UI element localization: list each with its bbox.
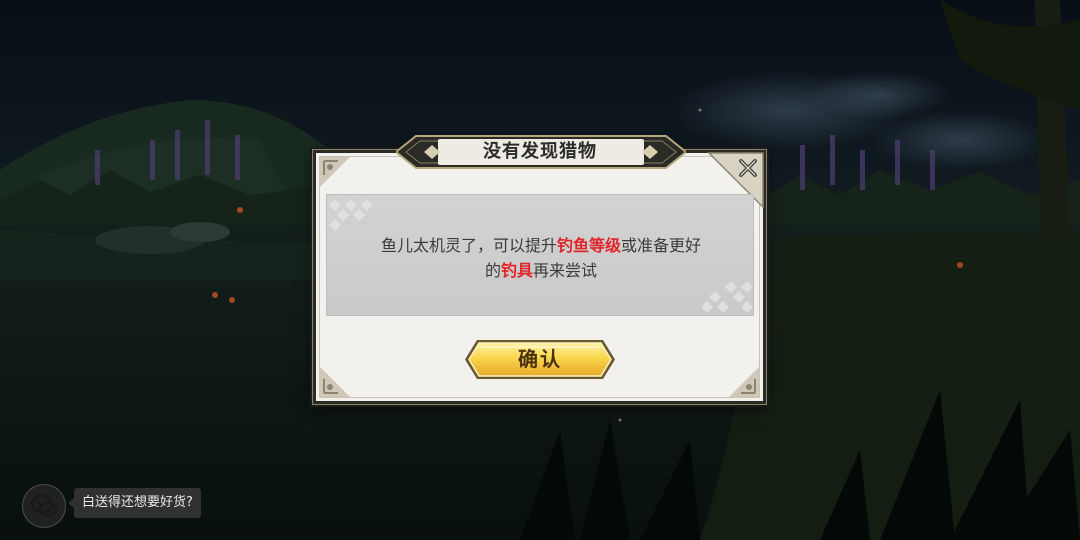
fishing-gear-highlight: 钓具 bbox=[500, 261, 533, 280]
message-panel: 鱼儿太机灵了，可以提升钓鱼等级或准备更好的钓具再来尝试 bbox=[326, 194, 754, 316]
corner-ornament-icon bbox=[320, 157, 350, 187]
message-text-part: 或准备更好 bbox=[621, 236, 702, 255]
message-text-part: 的 bbox=[484, 261, 501, 280]
message-text-part: 鱼儿太机灵了，可以提升 bbox=[380, 236, 557, 255]
confirm-button[interactable]: 确认 bbox=[463, 336, 617, 383]
chat-bubble-icon[interactable] bbox=[22, 484, 66, 528]
corner-ornament-icon bbox=[729, 367, 759, 397]
confirm-label: 确认 bbox=[518, 347, 562, 371]
chat-message[interactable]: 白送得还想要好货? bbox=[68, 488, 201, 518]
dialog-message: 鱼儿太机灵了，可以提升钓鱼等级或准备更好的钓具再来尝试 bbox=[341, 233, 741, 283]
dialog-title: 没有发现猎物 bbox=[483, 141, 597, 162]
message-text-part: 再来尝试 bbox=[533, 261, 598, 280]
game-scene: 没有发现猎物 鱼儿太机灵了，可以提升钓鱼等级或准备更好 的钓具再来尝试 确认 白… bbox=[0, 0, 1080, 540]
corner-ornament-icon bbox=[320, 367, 350, 397]
fishing-level-highlight: 钓鱼等级 bbox=[556, 236, 621, 255]
chat-glyph bbox=[30, 494, 58, 517]
